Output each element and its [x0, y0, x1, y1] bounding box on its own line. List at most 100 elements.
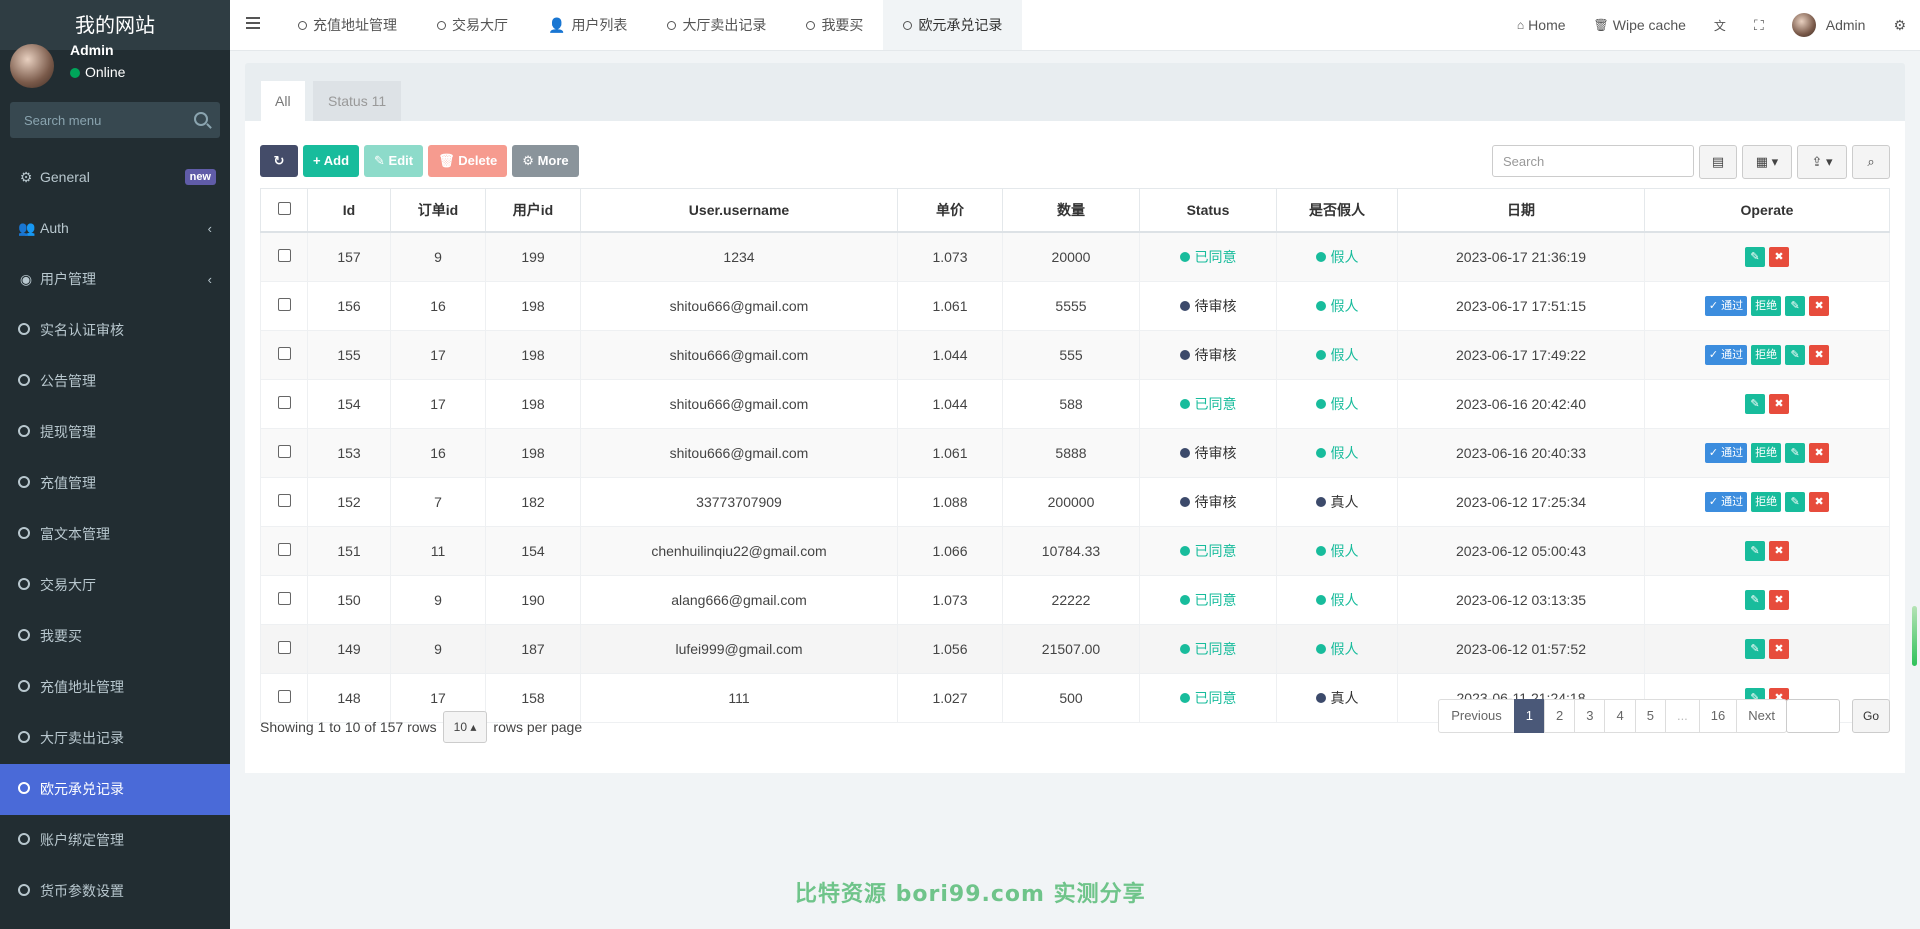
status-badge[interactable]: 已同意	[1179, 639, 1237, 659]
sidebar-item-withdraw[interactable]: 提现管理	[0, 407, 230, 458]
tab-euro-records[interactable]: 欧元承兑记录	[883, 0, 1023, 50]
status-badge[interactable]: 已同意	[1179, 590, 1237, 610]
sidebar-item-buy[interactable]: 我要买	[0, 611, 230, 662]
sidebar-item-recharge-address[interactable]: 充值地址管理	[0, 662, 230, 713]
tab-sell-records[interactable]: 大厅卖出记录	[647, 0, 786, 50]
next-page-button[interactable]: Next	[1736, 699, 1787, 733]
row-delete-button[interactable]: ✖	[1769, 541, 1789, 561]
sidebar-item-verify[interactable]: 实名认证审核	[0, 305, 230, 356]
tab-recharge-address[interactable]: 充值地址管理	[278, 0, 417, 50]
sidebar-item-notice[interactable]: 公告管理	[0, 356, 230, 407]
reject-button[interactable]: 拒绝	[1751, 492, 1782, 512]
tab-all[interactable]: All	[261, 81, 305, 121]
menu-toggle-icon[interactable]	[246, 17, 260, 32]
column-header[interactable]: Id	[307, 188, 391, 233]
settings-button[interactable]: ⚙	[1879, 17, 1920, 34]
row-delete-button[interactable]: ✖	[1809, 443, 1830, 463]
fake-badge[interactable]: 假人	[1315, 443, 1359, 463]
row-edit-button[interactable]: ✎	[1785, 492, 1806, 512]
reject-button[interactable]: 拒绝	[1751, 296, 1782, 316]
status-badge[interactable]: 已同意	[1179, 688, 1237, 708]
tab-status-11[interactable]: Status 11	[313, 81, 402, 121]
row-delete-button[interactable]: ✖	[1769, 590, 1789, 610]
column-header[interactable]: User.username	[580, 188, 898, 233]
status-badge[interactable]: 待审核	[1179, 492, 1237, 512]
status-badge[interactable]: 待审核	[1179, 443, 1237, 463]
column-header[interactable]: Status	[1139, 188, 1277, 233]
row-edit-button[interactable]: ✎	[1745, 639, 1765, 659]
language-button[interactable]: 文	[1700, 17, 1740, 34]
approve-button[interactable]: ✓ 通过	[1704, 492, 1748, 512]
sidebar-item-euro-records[interactable]: 欧元承兑记录	[0, 764, 230, 815]
page-16-button[interactable]: 16	[1698, 699, 1738, 733]
tab-user-list[interactable]: 👤 用户列表	[528, 0, 647, 50]
search-icon[interactable]	[194, 112, 208, 126]
scrollbar-thumb[interactable]	[1912, 606, 1917, 666]
row-checkbox[interactable]	[277, 641, 291, 654]
row-delete-button[interactable]: ✖	[1809, 492, 1830, 512]
fake-badge[interactable]: 假人	[1315, 345, 1359, 365]
fake-badge[interactable]: 真人	[1315, 688, 1359, 708]
approve-button[interactable]: ✓ 通过	[1704, 345, 1748, 365]
delete-button[interactable]: 🗑 Delete	[428, 145, 508, 177]
sidebar-item-user-mgmt[interactable]: ◉ 用户管理 ‹	[0, 254, 230, 305]
row-checkbox[interactable]	[277, 543, 291, 556]
advanced-search-button[interactable]: ⌕	[1852, 145, 1890, 179]
reject-button[interactable]: 拒绝	[1751, 443, 1782, 463]
sidebar-item-account-binding[interactable]: 账户绑定管理	[0, 815, 230, 866]
sidebar-item-auth[interactable]: 👥 Auth ‹	[0, 203, 230, 254]
row-delete-button[interactable]: ✖	[1809, 345, 1830, 365]
sidebar-item-trade-hall[interactable]: 交易大厅	[0, 560, 230, 611]
row-checkbox[interactable]	[277, 494, 291, 507]
sidebar-item-richtext[interactable]: 富文本管理	[0, 509, 230, 560]
refresh-button[interactable]: ↻	[260, 145, 298, 177]
site-logo[interactable]: 我的网站	[0, 0, 230, 50]
page-size-select[interactable]: 10 ▴	[442, 711, 488, 743]
column-header[interactable]: 是否假人	[1276, 188, 1398, 233]
row-checkbox[interactable]	[277, 298, 291, 311]
sidebar-item-general[interactable]: ⚙ General new	[0, 152, 230, 203]
fake-badge[interactable]: 假人	[1315, 296, 1359, 316]
fake-badge[interactable]: 假人	[1315, 394, 1359, 414]
columns-button[interactable]: ▦ ▾	[1742, 145, 1792, 179]
page-2-button[interactable]: 2	[1544, 699, 1576, 733]
search-menu-input[interactable]	[10, 102, 184, 138]
column-header[interactable]: 用户id	[485, 188, 581, 233]
column-header[interactable]: 日期	[1397, 188, 1645, 233]
row-edit-button[interactable]: ✎	[1785, 345, 1806, 365]
prev-page-button[interactable]: Previous	[1438, 699, 1515, 733]
fake-badge[interactable]: 假人	[1315, 247, 1359, 267]
row-checkbox[interactable]	[277, 396, 291, 409]
tab-buy[interactable]: 我要买	[786, 0, 883, 50]
goto-page-input[interactable]	[1786, 699, 1840, 733]
add-button[interactable]: + Add	[303, 145, 360, 177]
row-delete-button[interactable]: ✖	[1769, 639, 1789, 659]
row-edit-button[interactable]: ✎	[1745, 394, 1765, 414]
reject-button[interactable]: 拒绝	[1751, 345, 1782, 365]
user-menu[interactable]: Admin	[1778, 13, 1880, 37]
row-delete-button[interactable]: ✖	[1769, 247, 1789, 267]
column-header[interactable]: 单价	[897, 188, 1003, 233]
sidebar-item-recharge[interactable]: 充值管理	[0, 458, 230, 509]
tab-trade-hall[interactable]: 交易大厅	[417, 0, 528, 50]
edit-button[interactable]: ✎ Edit	[364, 145, 424, 177]
home-link[interactable]: ⌂ Home	[1503, 17, 1580, 33]
sidebar-item-sell-records[interactable]: 大厅卖出记录	[0, 713, 230, 764]
row-checkbox[interactable]	[277, 592, 291, 605]
fullscreen-button[interactable]: ⛶	[1740, 17, 1778, 34]
search-input[interactable]	[1492, 145, 1694, 177]
row-checkbox[interactable]	[277, 690, 291, 703]
fake-badge[interactable]: 真人	[1315, 492, 1359, 512]
page-1-button[interactable]: 1	[1513, 699, 1546, 733]
column-header[interactable]: 数量	[1002, 188, 1140, 233]
row-edit-button[interactable]: ✎	[1785, 443, 1806, 463]
approve-button[interactable]: ✓ 通过	[1704, 443, 1748, 463]
export-button[interactable]: ⇪ ▾	[1797, 145, 1847, 179]
row-edit-button[interactable]: ✎	[1745, 247, 1765, 267]
status-badge[interactable]: 已同意	[1179, 247, 1237, 267]
page-4-button[interactable]: 4	[1604, 699, 1636, 733]
sidebar-item-currency-params[interactable]: 货币参数设置	[0, 866, 230, 917]
more-button[interactable]: ⚙ More	[512, 145, 579, 177]
status-badge[interactable]: 待审核	[1179, 345, 1237, 365]
page-5-button[interactable]: 5	[1634, 699, 1666, 733]
